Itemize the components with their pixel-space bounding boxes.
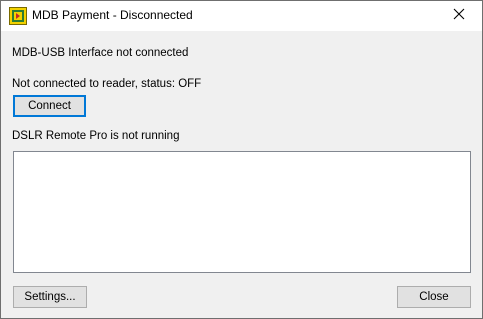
close-button[interactable]: Close xyxy=(397,286,471,308)
dslr-status-label: DSLR Remote Pro is not running xyxy=(12,130,180,142)
title-bar[interactable]: MDB Payment - Disconnected xyxy=(1,1,482,31)
interface-status-label: MDB-USB Interface not connected xyxy=(12,47,189,59)
close-icon xyxy=(453,7,465,25)
log-textbox[interactable] xyxy=(13,151,471,273)
connect-button[interactable]: Connect xyxy=(13,95,86,117)
settings-button[interactable]: Settings... xyxy=(13,286,87,308)
reader-status-label: Not connected to reader, status: OFF xyxy=(12,78,202,90)
close-window-button[interactable] xyxy=(436,1,482,31)
dialog-window: MDB Payment - Disconnected MDB-USB Inter… xyxy=(0,0,483,319)
window-title: MDB Payment - Disconnected xyxy=(32,8,193,22)
app-icon xyxy=(9,7,27,25)
